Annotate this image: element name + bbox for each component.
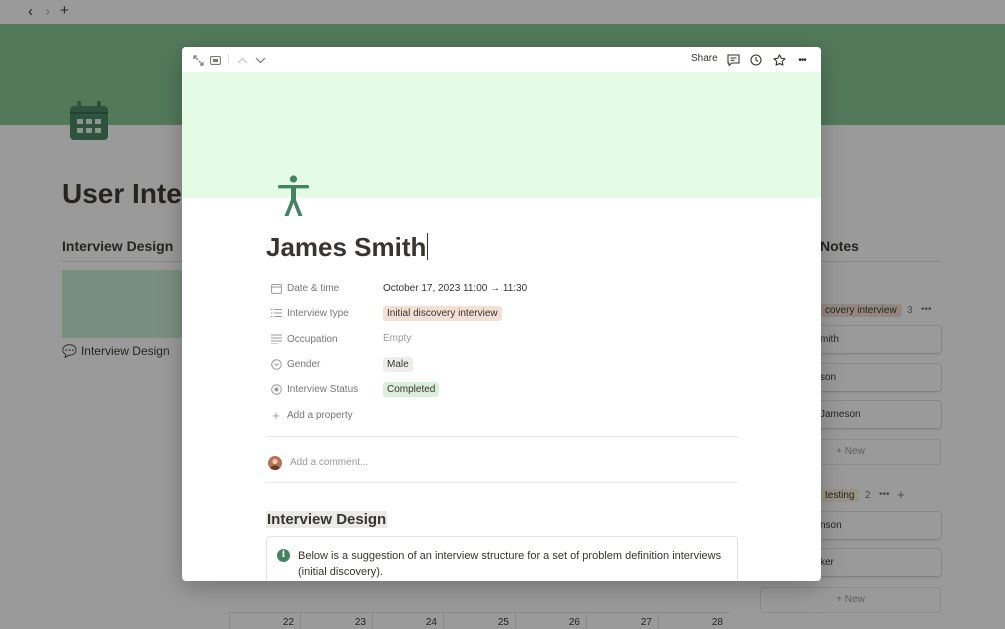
add-property-button[interactable]: + Add a property (270, 407, 352, 423)
interview-type-value[interactable]: Initial discovery interview (383, 305, 502, 321)
status-icon (270, 383, 282, 395)
callout-block[interactable]: i Below is a suggestion of an interview … (266, 536, 738, 581)
text-lines-icon (270, 333, 282, 345)
page-title-heading[interactable]: James Smith (266, 232, 429, 263)
interview-type-tag: Initial discovery interview (383, 305, 502, 321)
peek-mode-icon[interactable] (208, 53, 222, 67)
avatar (268, 456, 282, 470)
gender-value[interactable]: Male (383, 356, 413, 372)
text-cursor (427, 233, 429, 260)
page-peek-modal: Share ••• James Smith Date & time Octobe… (182, 47, 821, 581)
chevron-down-icon[interactable] (253, 53, 267, 67)
list-icon (270, 307, 282, 319)
property-interview-status[interactable]: Interview Status (270, 381, 358, 397)
history-clock-icon[interactable] (749, 53, 763, 67)
expand-icon[interactable] (191, 53, 205, 67)
calendar-icon (270, 282, 282, 294)
favorite-star-icon[interactable] (772, 53, 786, 67)
property-interview-type[interactable]: Interview type (270, 305, 349, 321)
property-gender[interactable]: Gender (270, 356, 320, 372)
comment-icon[interactable] (726, 53, 740, 67)
callout-text[interactable]: Below is a suggestion of an interview st… (298, 548, 728, 580)
chevron-up-icon[interactable] (235, 53, 249, 67)
interview-status-value[interactable]: Completed (383, 381, 440, 397)
section-heading[interactable]: Interview Design (266, 511, 388, 528)
property-date-time[interactable]: Date & time (270, 280, 339, 296)
info-icon[interactable]: i (277, 549, 290, 562)
more-options-icon[interactable]: ••• (795, 53, 809, 67)
divider (266, 436, 738, 437)
plus-icon: + (272, 407, 280, 423)
status-tag: Completed (383, 381, 440, 397)
comment-input[interactable]: Add a comment... (290, 457, 368, 468)
toolbar-divider (228, 54, 229, 65)
date-time-value[interactable]: October 17, 2023 11:00 → 11:30 (383, 280, 527, 296)
occupation-value[interactable]: Empty (383, 330, 411, 346)
select-icon (270, 358, 282, 370)
divider (266, 482, 738, 483)
property-occupation[interactable]: Occupation (270, 331, 338, 347)
modal-toolbar: Share ••• (182, 47, 821, 72)
share-button[interactable]: Share (691, 53, 718, 64)
gender-tag: Male (383, 356, 413, 372)
person-icon[interactable] (277, 175, 310, 217)
